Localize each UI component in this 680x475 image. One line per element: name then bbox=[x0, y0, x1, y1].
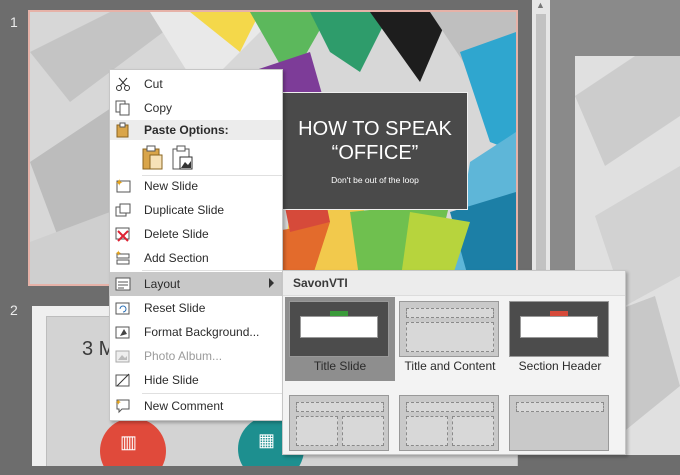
layout-title-and-content[interactable]: Title and Content bbox=[395, 297, 505, 381]
paste-options-label: Paste Options: bbox=[144, 123, 229, 137]
layout-caption: Title Slide bbox=[313, 359, 367, 373]
menu-item-label: Hide Slide bbox=[144, 373, 199, 387]
theme-name: SavonVTI bbox=[293, 276, 348, 290]
slide-number-1: 1 bbox=[10, 14, 18, 30]
menu-item-photo-album: Photo Album... bbox=[110, 344, 282, 368]
svg-text:✦: ✦ bbox=[115, 250, 122, 258]
hide-slide-icon bbox=[115, 372, 131, 388]
context-menu: Cut Copy Paste Options: ✦ New Slide Dupl… bbox=[109, 69, 283, 421]
layout-submenu-header: SavonVTI bbox=[283, 271, 625, 296]
layout-preview bbox=[399, 395, 499, 451]
new-slide-icon: ✦ bbox=[115, 178, 131, 194]
menu-item-duplicate-slide[interactable]: Duplicate Slide bbox=[110, 198, 282, 222]
layout-submenu: SavonVTI Title Slide Title and Content S… bbox=[282, 270, 626, 455]
menu-item-new-slide[interactable]: ✦ New Slide bbox=[110, 174, 282, 198]
chart-icon: ▥ bbox=[120, 432, 138, 452]
layout-caption: Title and Content bbox=[404, 359, 496, 373]
reset-slide-icon bbox=[115, 300, 131, 316]
menu-item-new-comment[interactable]: ✦ New Comment bbox=[110, 394, 282, 418]
layout-title-slide[interactable]: Title Slide bbox=[285, 297, 395, 381]
presentation-icon: ▦ bbox=[258, 430, 276, 450]
scroll-up-icon[interactable]: ▲ bbox=[536, 0, 545, 10]
layout-section-header[interactable]: Section Header bbox=[505, 297, 615, 381]
slide-1-title-line1: HOW TO SPEAK bbox=[298, 118, 452, 140]
layout-preview bbox=[399, 301, 499, 357]
svg-text:✦: ✦ bbox=[115, 398, 122, 407]
layout-caption: Section Header bbox=[518, 359, 602, 373]
submenu-arrow-icon bbox=[269, 278, 274, 288]
menu-item-cut[interactable]: Cut bbox=[110, 72, 282, 96]
menu-separator bbox=[142, 270, 282, 271]
menu-item-label: New Comment bbox=[144, 399, 224, 413]
menu-item-label: Layout bbox=[144, 277, 181, 291]
menu-item-label: Delete Slide bbox=[144, 227, 209, 241]
new-comment-icon: ✦ bbox=[115, 398, 131, 414]
layout-preview bbox=[289, 395, 389, 451]
menu-item-label: Photo Album... bbox=[144, 349, 223, 363]
menu-item-delete-slide[interactable]: Delete Slide bbox=[110, 222, 282, 246]
slide-number-2: 2 bbox=[10, 302, 18, 318]
menu-item-hide-slide[interactable]: Hide Slide bbox=[110, 368, 282, 392]
photo-album-icon bbox=[115, 348, 131, 364]
layout-preview bbox=[289, 301, 389, 357]
menu-item-layout[interactable]: Layout bbox=[110, 272, 282, 296]
slide-1-subtitle: Don't be out of the loop bbox=[331, 175, 419, 185]
menu-item-format-background[interactable]: Format Background... bbox=[110, 320, 282, 344]
menu-item-label: Cut bbox=[144, 77, 163, 91]
layout-two-content[interactable] bbox=[285, 391, 395, 475]
layout-preview bbox=[509, 301, 609, 357]
paste-keep-formatting-icon[interactable] bbox=[142, 145, 164, 171]
clipboard-icon bbox=[115, 122, 131, 138]
duplicate-slide-icon bbox=[115, 202, 131, 218]
layout-title-only[interactable] bbox=[505, 391, 615, 475]
menu-item-label: Format Background... bbox=[144, 325, 260, 339]
menu-item-reset-slide[interactable]: Reset Slide bbox=[110, 296, 282, 320]
svg-text:✦: ✦ bbox=[115, 178, 123, 189]
delete-slide-icon bbox=[115, 226, 131, 242]
layout-icon bbox=[115, 276, 131, 292]
scissors-icon bbox=[115, 76, 131, 92]
layout-preview bbox=[509, 395, 609, 451]
slide-1-title-box: HOW TO SPEAK “OFFICE” Don't be out of th… bbox=[282, 92, 468, 210]
add-section-icon: ✦ bbox=[115, 249, 131, 266]
paste-options-header: Paste Options: bbox=[110, 120, 282, 140]
paste-as-picture-icon[interactable] bbox=[172, 145, 194, 171]
format-background-icon bbox=[115, 324, 131, 340]
menu-item-copy[interactable]: Copy bbox=[110, 96, 282, 120]
copy-icon bbox=[115, 100, 131, 116]
menu-item-label: Duplicate Slide bbox=[144, 203, 225, 217]
menu-item-label: New Slide bbox=[144, 179, 199, 193]
menu-item-label: Copy bbox=[144, 101, 173, 115]
menu-item-add-section[interactable]: ✦ Add Section bbox=[110, 246, 282, 270]
layout-comparison[interactable] bbox=[395, 391, 505, 475]
menu-item-label: Add Section bbox=[144, 251, 209, 265]
menu-item-label: Reset Slide bbox=[144, 301, 206, 315]
slide-1-title-line2: “OFFICE” bbox=[331, 142, 419, 164]
